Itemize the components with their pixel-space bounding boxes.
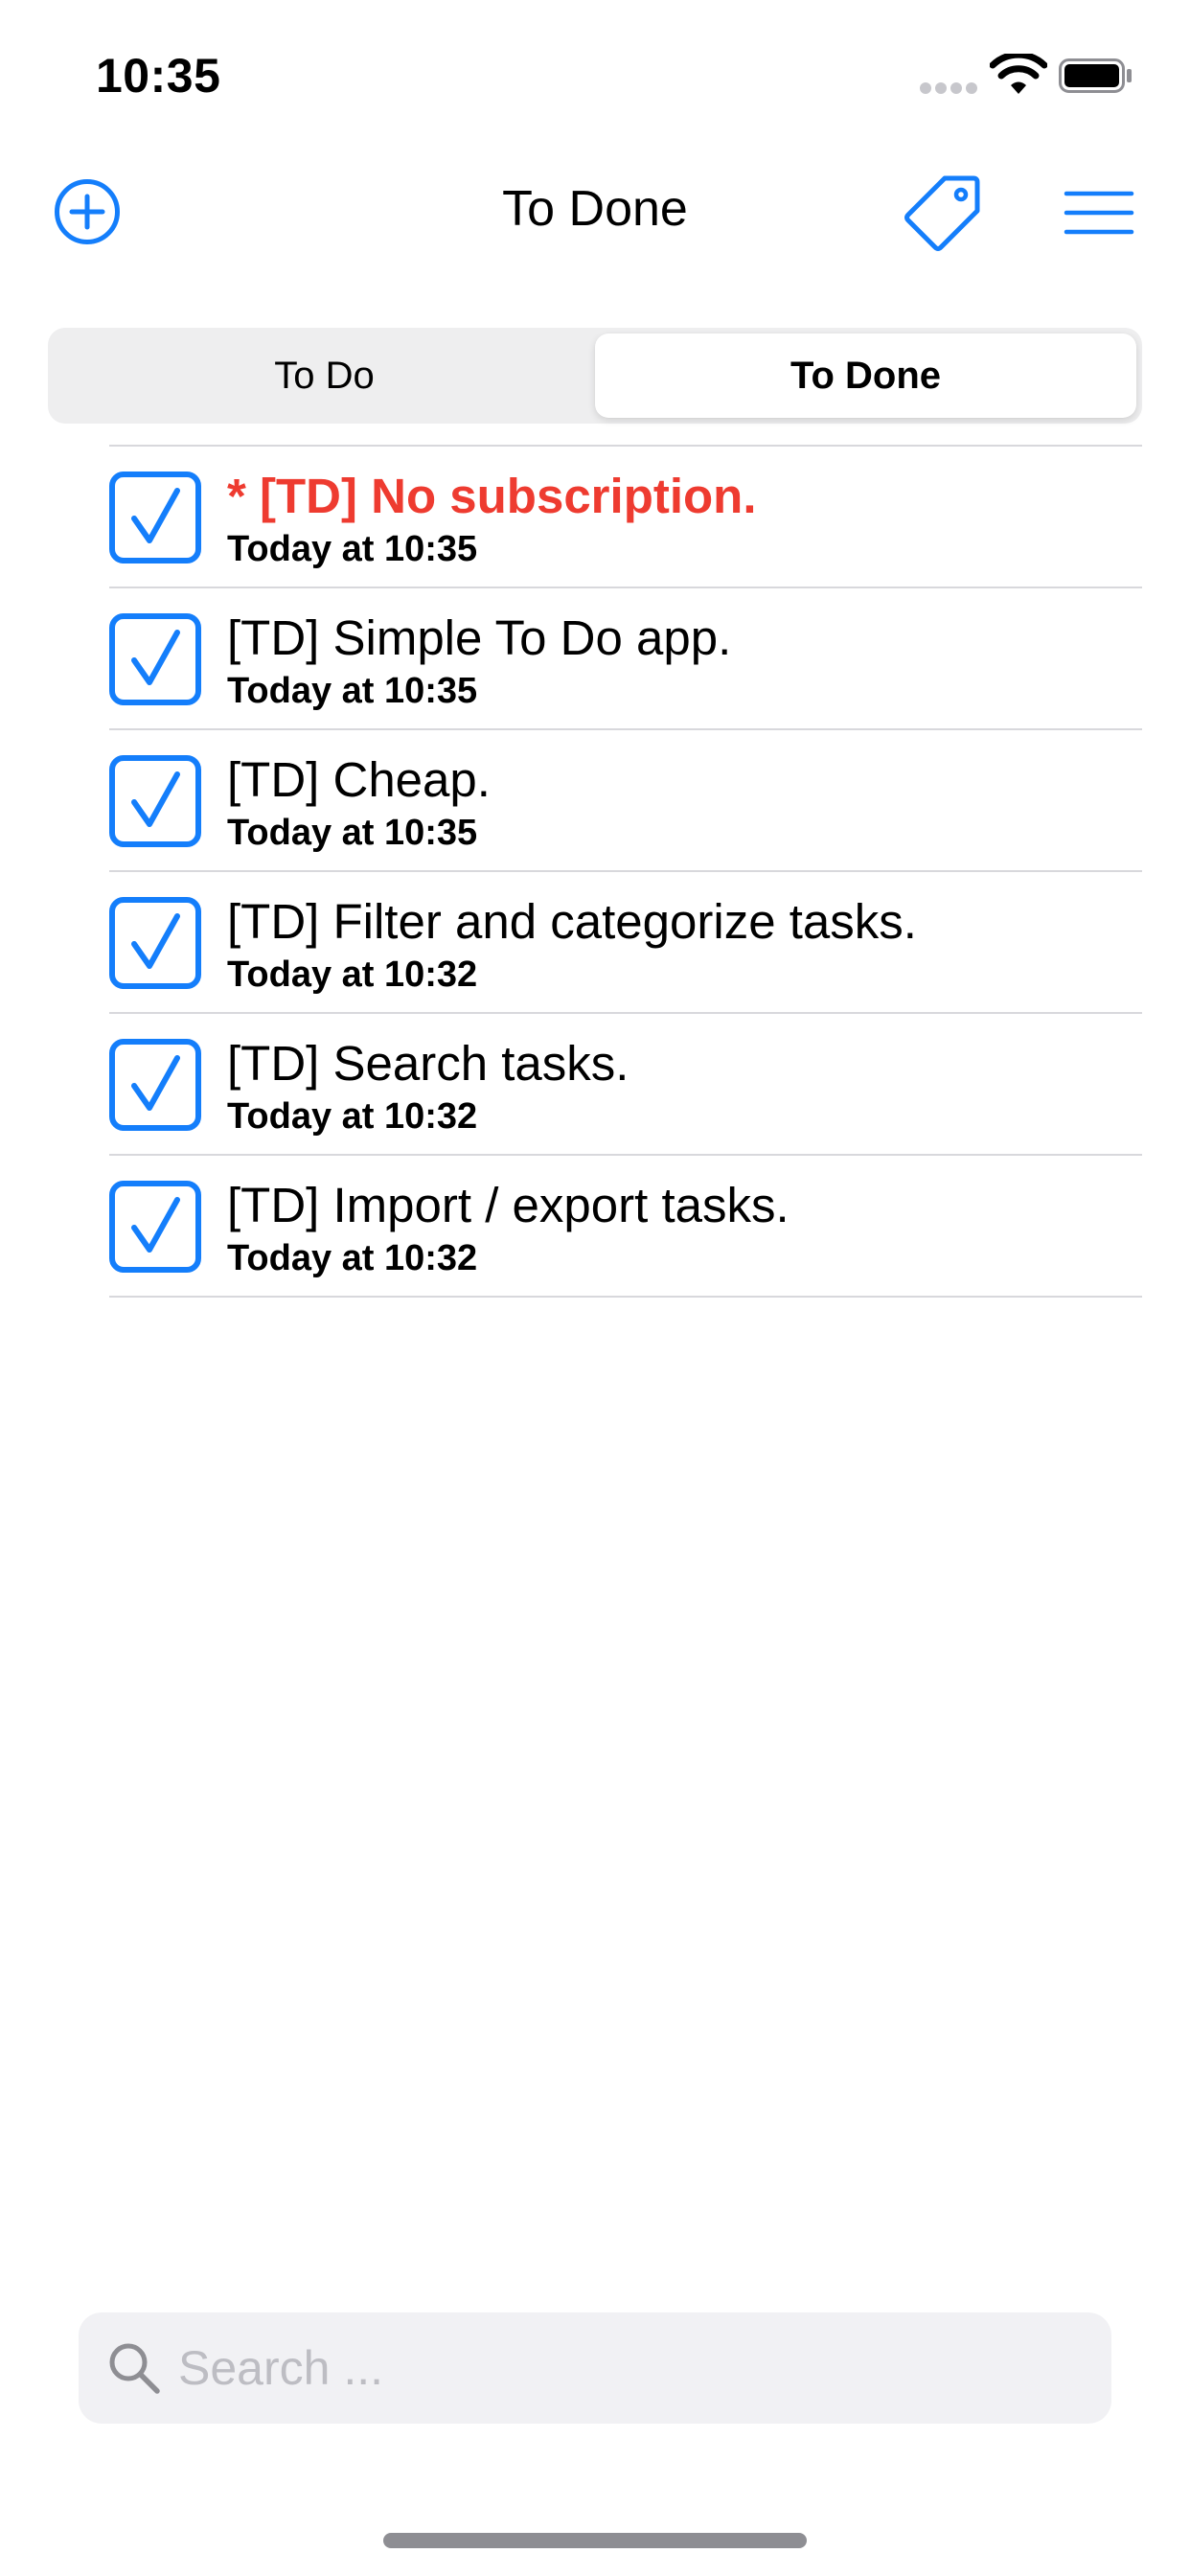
task-row[interactable]: [TD] Filter and categorize tasks. Today … xyxy=(109,872,1142,1014)
tag-button[interactable] xyxy=(901,172,981,253)
page-title: To Done xyxy=(502,181,688,237)
checkbox-checked-icon[interactable] xyxy=(109,613,201,705)
task-row[interactable]: [TD] Cheap. Today at 10:35 xyxy=(109,730,1142,872)
task-date: Today at 10:32 xyxy=(227,954,478,995)
checkbox-checked-icon[interactable] xyxy=(109,1181,201,1273)
task-row[interactable]: * [TD] No subscription. Today at 10:35 xyxy=(109,447,1142,588)
checkbox-checked-icon[interactable] xyxy=(109,755,201,847)
task-date: Today at 10:35 xyxy=(227,529,478,569)
status-time: 10:35 xyxy=(96,49,221,103)
task-title: [TD] Import / export tasks. xyxy=(227,1178,790,1232)
search-input[interactable] xyxy=(178,2330,1079,2406)
task-title: [TD] Search tasks. xyxy=(227,1036,629,1091)
task-date: Today at 10:35 xyxy=(227,671,478,711)
task-date: Today at 10:32 xyxy=(227,1096,478,1137)
task-row[interactable]: [TD] Search tasks. Today at 10:32 xyxy=(109,1014,1142,1156)
home-indicator[interactable] xyxy=(383,2533,807,2548)
navigation-bar: To Done xyxy=(0,153,1190,268)
task-title: [TD] Simple To Do app. xyxy=(227,610,732,665)
checkbox-checked-icon[interactable] xyxy=(109,897,201,989)
task-title: * [TD] No subscription. xyxy=(227,469,757,523)
wifi-icon xyxy=(990,54,1047,94)
battery-icon xyxy=(1059,58,1132,93)
tab-to-done[interactable]: To Done xyxy=(595,334,1136,418)
cellular-signal-icon xyxy=(920,82,979,96)
search-bar xyxy=(79,2312,1111,2424)
task-title: [TD] Filter and categorize tasks. xyxy=(227,894,917,949)
checkbox-checked-icon[interactable] xyxy=(109,472,201,564)
menu-button[interactable] xyxy=(1064,184,1134,242)
task-title: [TD] Cheap. xyxy=(227,752,491,807)
screen: 10:35 To Done To Do To Done * [TD] No su… xyxy=(0,0,1190,2576)
task-row[interactable]: [TD] Import / export tasks. Today at 10:… xyxy=(109,1156,1142,1298)
task-date: Today at 10:32 xyxy=(227,1238,478,1278)
task-list: * [TD] No subscription. Today at 10:35 [… xyxy=(109,445,1142,1298)
checkbox-checked-icon[interactable] xyxy=(109,1039,201,1131)
segmented-control: To Do To Done xyxy=(48,328,1142,424)
task-row[interactable]: [TD] Simple To Do app. Today at 10:35 xyxy=(109,588,1142,730)
status-bar: 10:35 xyxy=(0,0,1190,144)
task-date: Today at 10:35 xyxy=(227,813,478,853)
tab-to-do[interactable]: To Do xyxy=(54,334,595,418)
search-icon xyxy=(109,2343,160,2394)
